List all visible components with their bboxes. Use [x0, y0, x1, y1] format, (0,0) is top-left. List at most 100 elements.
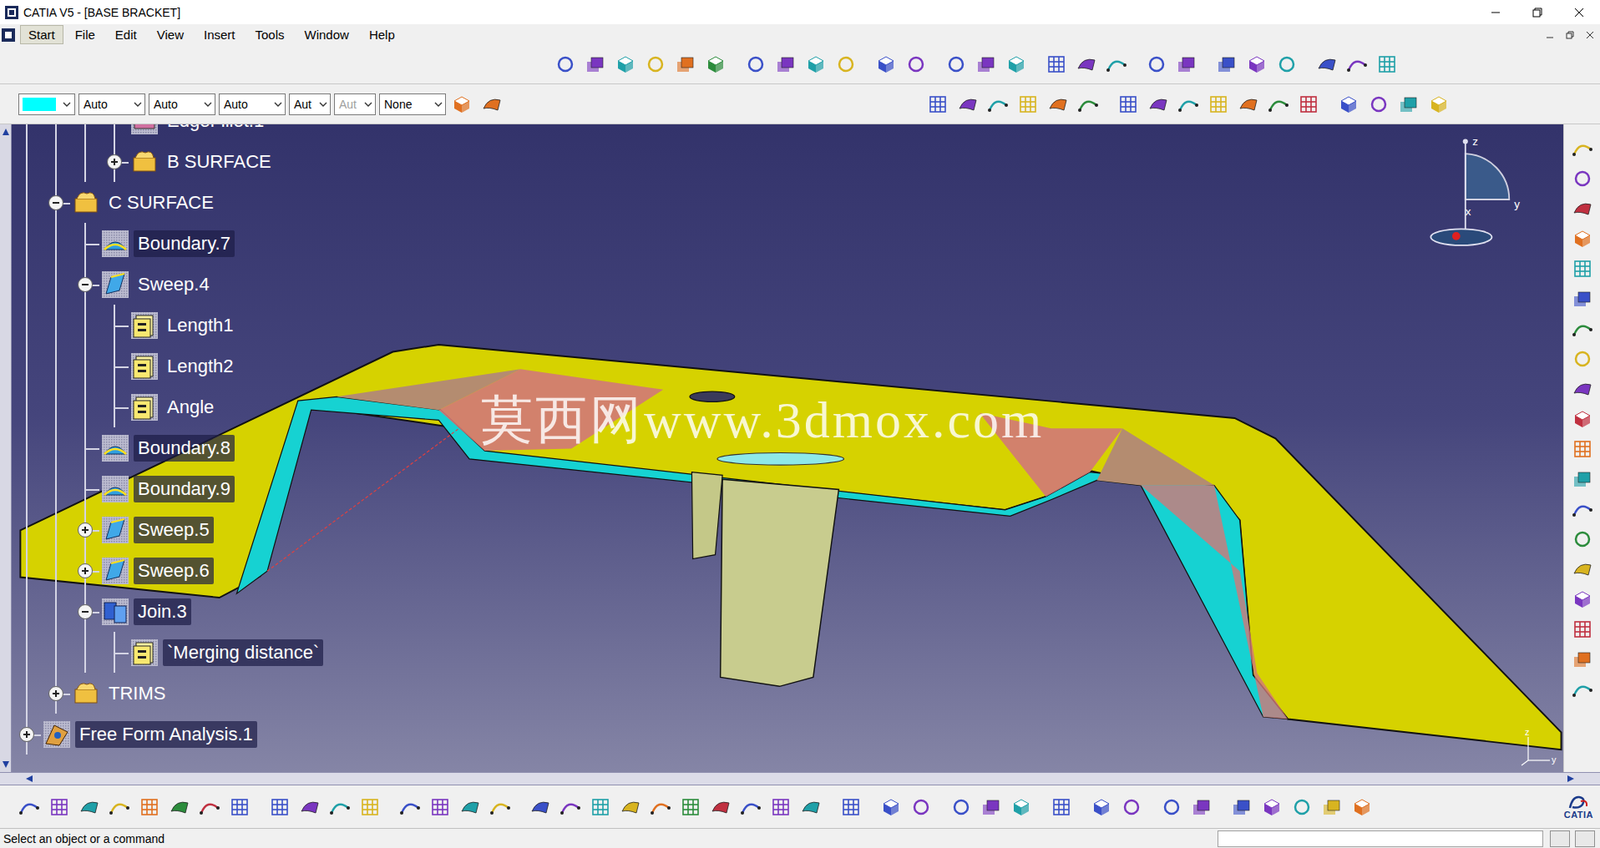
tree-node-label[interactable]: Sweep.6: [133, 557, 214, 585]
tool-button[interactable]: [167, 794, 193, 821]
tool-button[interactable]: [1569, 587, 1595, 613]
tool-button[interactable]: [673, 51, 699, 77]
menu-item[interactable]: File: [66, 25, 104, 45]
tree-node-label[interactable]: TRIMS: [104, 680, 170, 708]
tool-button[interactable]: [1145, 91, 1171, 117]
status-icon[interactable]: [1549, 830, 1570, 848]
tree-node[interactable]: TRIMS: [11, 673, 324, 714]
tree-node-label[interactable]: Sweep.4: [133, 271, 214, 299]
tool-button[interactable]: [648, 794, 674, 821]
tool-button[interactable]: [773, 51, 799, 77]
tree-node[interactable]: Sweep.6: [11, 550, 324, 592]
tool-button[interactable]: [1569, 617, 1595, 643]
tool-button[interactable]: [1569, 677, 1595, 703]
tree-node[interactable]: Boundary.8: [11, 427, 324, 469]
tree-node-label[interactable]: Length1: [162, 312, 238, 340]
tree-node[interactable]: Join.3: [11, 591, 324, 633]
tool-button[interactable]: [943, 51, 969, 77]
tool-button[interactable]: [643, 51, 669, 77]
tool-button[interactable]: [297, 794, 323, 821]
tool-button[interactable]: [1075, 91, 1101, 117]
tree-expander[interactable]: [77, 604, 93, 620]
tree-node-label[interactable]: Length2: [162, 353, 238, 380]
property-dropdown[interactable]: None: [379, 93, 446, 116]
tool-button[interactable]: [1569, 316, 1595, 342]
tree-node-label[interactable]: Boundary.8: [133, 435, 235, 462]
property-dropdown[interactable]: Auto: [148, 93, 216, 116]
tool-button[interactable]: [873, 51, 899, 77]
tool-button[interactable]: [1374, 51, 1400, 77]
command-input[interactable]: [1217, 830, 1544, 848]
tool-button[interactable]: [1073, 51, 1099, 77]
tool-button[interactable]: [1396, 91, 1422, 117]
tool-button[interactable]: [1569, 496, 1595, 522]
menu-item[interactable]: Start: [20, 25, 64, 45]
tool-button[interactable]: [479, 91, 505, 117]
tool-button[interactable]: [1569, 196, 1595, 222]
tool-button[interactable]: [1003, 51, 1029, 77]
doc-close-button[interactable]: [1579, 26, 1600, 44]
tree-node[interactable]: Free Form Analysis.1: [11, 713, 324, 755]
tree-node[interactable]: Length2: [11, 345, 324, 387]
tool-button[interactable]: [708, 794, 734, 821]
tool-button[interactable]: [1569, 526, 1595, 552]
tool-button[interactable]: [1144, 51, 1170, 77]
tool-button[interactable]: [803, 51, 829, 77]
tree-node-label[interactable]: Sweep.5: [133, 516, 214, 544]
tool-button[interactable]: [768, 794, 794, 821]
tool-button[interactable]: [908, 794, 934, 821]
status-icon[interactable]: [1574, 830, 1595, 848]
tool-button[interactable]: [46, 794, 72, 821]
tree-node-label[interactable]: Boundary.7: [133, 230, 235, 258]
tree-expander[interactable]: [77, 563, 93, 579]
tool-button[interactable]: [1115, 91, 1141, 117]
tool-button[interactable]: [1174, 51, 1200, 77]
tool-button[interactable]: [1349, 794, 1375, 821]
tool-button[interactable]: [1175, 91, 1201, 117]
property-dropdown[interactable]: Auto: [218, 93, 286, 116]
minimize-button[interactable]: [1474, 0, 1517, 25]
menu-item[interactable]: Tools: [246, 25, 293, 45]
tree-node-label[interactable]: Boundary.9: [133, 475, 235, 503]
tool-button[interactable]: [487, 794, 513, 821]
tool-button[interactable]: [1314, 51, 1340, 77]
tool-button[interactable]: [833, 51, 859, 77]
tree-node[interactable]: Angle: [11, 386, 324, 428]
tool-button[interactable]: [397, 794, 423, 821]
tool-button[interactable]: [1296, 91, 1322, 117]
tool-button[interactable]: [552, 51, 578, 77]
tool-button[interactable]: [527, 794, 553, 821]
tool-button[interactable]: [973, 51, 999, 77]
tool-button[interactable]: [1214, 51, 1240, 77]
tool-button[interactable]: [1088, 794, 1114, 821]
tree-node-label[interactable]: Free Form Analysis.1: [75, 721, 258, 749]
tree-node[interactable]: Sweep.4: [11, 263, 324, 305]
3d-viewport[interactable]: EdgeFillet.1B SURFACEC SURFACEBoundary.7…: [11, 124, 1564, 773]
tree-node-label[interactable]: B SURFACE: [162, 148, 276, 176]
tool-button[interactable]: [587, 794, 613, 821]
menu-item[interactable]: Window: [296, 25, 358, 45]
tool-button[interactable]: [1048, 794, 1074, 821]
tool-button[interactable]: [838, 794, 864, 821]
close-button[interactable]: [1558, 0, 1600, 25]
tool-button[interactable]: [197, 794, 223, 821]
tool-button[interactable]: [1569, 136, 1595, 162]
tool-button[interactable]: [1008, 794, 1034, 821]
tool-button[interactable]: [1189, 794, 1215, 821]
vertical-scrollbar[interactable]: [0, 124, 12, 773]
doc-restore-button[interactable]: [1559, 26, 1580, 44]
tool-button[interactable]: [1569, 226, 1595, 252]
tree-node[interactable]: EdgeFillet.1: [11, 124, 324, 142]
tool-button[interactable]: [612, 51, 638, 77]
tool-button[interactable]: [903, 51, 929, 77]
tool-button[interactable]: [76, 794, 102, 821]
menu-item[interactable]: Help: [360, 25, 404, 45]
tree-node[interactable]: Boundary.7: [11, 222, 324, 264]
part-model[interactable]: [11, 124, 1564, 773]
tool-button[interactable]: [357, 794, 383, 821]
tool-button[interactable]: [557, 794, 583, 821]
tool-button[interactable]: [327, 794, 353, 821]
tool-button[interactable]: [1569, 286, 1595, 312]
tool-button[interactable]: [1265, 91, 1292, 117]
tool-button[interactable]: [955, 91, 981, 117]
